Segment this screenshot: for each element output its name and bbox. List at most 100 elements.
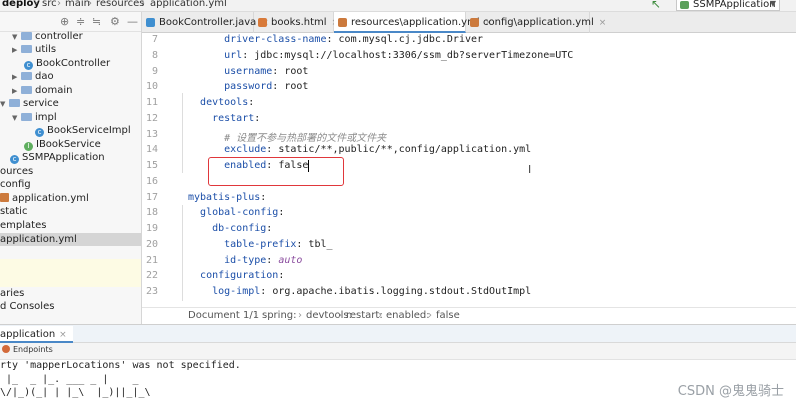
tree-item-utils[interactable]: ▶ utils — [12, 43, 56, 56]
tree-item-dao[interactable]: ▶ dao — [12, 70, 54, 83]
text-caret — [308, 160, 309, 172]
tree-item-templates[interactable]: emplates — [0, 219, 46, 232]
code-editor[interactable]: 7 8 9 10 11 12 13 14 15 16 17 18 19 20 2… — [142, 33, 796, 307]
collapse-arrow-icon: ▶ — [12, 46, 18, 54]
document-indicator[interactable]: Document 1/1 — [188, 310, 259, 321]
fold-guide — [182, 93, 183, 173]
tree-item-bookcontroller[interactable]: c BookController — [24, 57, 110, 70]
line-number: 23 — [145, 286, 158, 297]
tree-item-impl[interactable]: ▼ impl — [12, 111, 57, 124]
html-file-icon — [258, 18, 267, 27]
run-panel-subbar: Endpoints — [0, 343, 796, 360]
run-configuration-select[interactable]: SSMPApplication ▼ — [676, 0, 780, 11]
collapse-arrow-icon: ▶ — [12, 73, 18, 81]
breadcrumb-separator: › — [428, 310, 432, 321]
tree-item-static[interactable]: static — [0, 205, 27, 218]
breadcrumb-item-main[interactable]: main — [65, 0, 90, 9]
console-line: |_ _ |_. ___ _ | _ — [0, 374, 139, 385]
line-number-gutter: 7 8 9 10 11 12 13 14 15 16 17 18 19 20 2… — [142, 33, 184, 307]
breadcrumb-separator: › — [298, 310, 302, 321]
class-icon: c — [35, 128, 44, 137]
breadcrumb-enabled[interactable]: enabled: — [386, 310, 430, 321]
folder-icon — [21, 32, 32, 40]
code-line: password: root — [224, 81, 309, 92]
mouse-ibeam-icon: I — [528, 163, 532, 176]
annotation-highlight-box — [208, 157, 344, 186]
breadcrumb-item-src[interactable]: src — [42, 0, 57, 9]
code-line: # 设置不参与热部署的文件或文件夹 — [224, 133, 387, 144]
tree-item-bookserviceimpl[interactable]: c BookServiceImpl — [35, 124, 131, 137]
line-number: 19 — [145, 223, 158, 234]
tree-item-ssmpapplication[interactable]: c SSMPApplication — [10, 151, 105, 164]
code-line: username: root — [224, 66, 309, 77]
collapse-all-icon[interactable]: ≒ — [92, 15, 101, 28]
endpoints-icon — [2, 345, 10, 353]
breadcrumb-separator: › — [88, 0, 92, 9]
line-number: 11 — [145, 97, 158, 108]
tab-bookcontroller[interactable]: BookController.java× — [142, 12, 269, 33]
folder-icon — [21, 45, 32, 53]
expand-all-icon[interactable]: ≑ — [76, 15, 85, 28]
folder-icon — [21, 113, 32, 121]
tree-item-config[interactable]: config — [0, 178, 31, 191]
tree-item-application-yml[interactable]: application.yml — [0, 233, 141, 246]
tree-item-controller[interactable]: ▼ controller — [12, 30, 83, 43]
line-number: 21 — [145, 255, 158, 266]
breadcrumb-item-resources[interactable]: resources — [96, 0, 144, 9]
run-panel-header: application × — [0, 324, 796, 343]
run-tab-application[interactable]: application × — [0, 326, 73, 343]
close-icon[interactable]: × — [59, 330, 67, 340]
folder-icon — [9, 99, 20, 107]
vcs-update-icon[interactable]: ↖ — [651, 0, 661, 11]
expand-arrow-icon: ▼ — [12, 114, 18, 122]
gear-icon[interactable]: ⚙ — [110, 15, 120, 28]
class-icon — [146, 18, 155, 27]
close-icon[interactable]: × — [599, 18, 607, 28]
yaml-file-icon — [338, 18, 347, 27]
scratches-consoles-label[interactable]: d Consoles — [0, 301, 54, 312]
tree-item-ibookservice[interactable]: I IBookService — [24, 138, 101, 151]
line-number: 15 — [145, 160, 158, 171]
tree-item-config-application-yml[interactable]: application.yml — [0, 192, 89, 205]
code-line: global-config: — [200, 207, 285, 218]
hide-icon[interactable]: — — [127, 15, 138, 28]
run-configuration-label: SSMPApplication — [693, 0, 776, 10]
row-highlight — [0, 259, 141, 287]
spring-boot-class-icon: c — [10, 155, 19, 164]
tab-resources-application-yml[interactable]: resources\application.yml × — [334, 12, 492, 33]
breadcrumb-separator: › — [254, 310, 258, 321]
line-number: 22 — [145, 270, 158, 281]
console-output[interactable]: rty 'mapperLocations' was not specified.… — [0, 360, 796, 409]
breadcrumb-separator: › — [57, 0, 61, 9]
line-number: 7 — [151, 34, 158, 45]
tab-config-application-yml[interactable]: config\application.yml × — [466, 12, 606, 33]
console-line: rty 'mapperLocations' was not specified. — [0, 360, 241, 371]
breadcrumb-value[interactable]: false — [436, 310, 460, 321]
line-number: 16 — [145, 176, 158, 187]
code-line: url: jdbc:mysql://localhost:3306/ssm_db?… — [224, 50, 574, 61]
expand-arrow-icon: ▼ — [0, 100, 6, 108]
tree-item-service[interactable]: ▼ service — [0, 97, 59, 110]
code-line: exclude: static/**,public/**,config/appl… — [224, 144, 532, 155]
endpoints-tab[interactable]: Endpoints — [2, 345, 53, 354]
external-libraries-label[interactable]: aries — [0, 288, 24, 299]
code-line: log-impl: org.apache.ibatis.logging.stdo… — [212, 286, 532, 297]
line-number: 12 — [145, 113, 158, 124]
interface-icon: I — [24, 142, 33, 151]
locate-icon[interactable]: ⊕ — [60, 15, 69, 28]
tab-books-html[interactable]: books.html× — [254, 12, 339, 33]
tree-item-resources[interactable]: ources — [0, 165, 33, 178]
breadcrumb-separator: › — [338, 310, 342, 321]
code-line: driver-class-name: com.mysql.cj.jdbc.Dri… — [224, 34, 484, 45]
breadcrumb-spring[interactable]: spring: — [262, 310, 297, 321]
code-line: restart: — [212, 113, 261, 124]
tree-item-domain[interactable]: ▶ domain — [12, 84, 72, 97]
breadcrumb-item-file[interactable]: application.yml — [150, 0, 227, 9]
line-number: 20 — [145, 239, 158, 250]
project-toolbar: ⊕ ≑ ≒ ⚙ — — [0, 12, 141, 32]
line-number: 14 — [145, 144, 158, 155]
line-number: 9 — [151, 66, 158, 77]
editor-breadcrumb: Document 1/1 › spring: › devtools: › res… — [142, 307, 796, 325]
code-line: configuration: — [200, 270, 285, 281]
breadcrumb-separator: › — [378, 310, 382, 321]
